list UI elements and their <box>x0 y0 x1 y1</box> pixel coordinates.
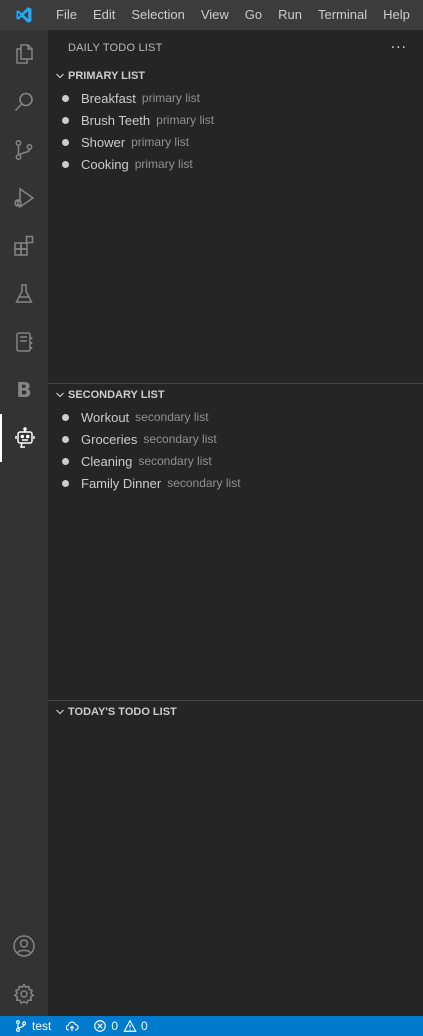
branch-status[interactable]: test <box>0 1016 56 1036</box>
menu-selection[interactable]: Selection <box>123 0 192 30</box>
item-description: secondary list <box>167 476 241 490</box>
sync-status[interactable] <box>56 1016 84 1036</box>
today-list-title: TODAY'S TODO LIST <box>68 706 177 718</box>
item-description: primary list <box>141 91 200 105</box>
todo-robot-icon[interactable] <box>0 414 48 462</box>
secondary-list-header[interactable]: SECONDARY LIST <box>48 384 423 406</box>
list-item[interactable]: Family Dinner secondary list <box>48 472 423 494</box>
list-item[interactable]: Groceries secondary list <box>48 428 423 450</box>
search-icon[interactable] <box>0 78 48 126</box>
item-label: Brush Teeth <box>81 112 151 128</box>
list-item[interactable]: Shower primary list <box>48 131 423 153</box>
bullet-icon <box>62 413 69 421</box>
sidebar: DAILY TODO LIST ··· PRIMARY LIST Breakfa… <box>48 30 423 1016</box>
item-description: secondary list <box>143 432 217 446</box>
item-label: Workout <box>81 409 130 425</box>
git-branch-icon <box>15 1020 27 1032</box>
item-label: Shower <box>81 134 126 150</box>
bullet-icon <box>62 94 69 102</box>
primary-list-section: PRIMARY LIST Breakfast primary list Brus… <box>48 65 423 175</box>
extensions-icon[interactable] <box>0 222 48 270</box>
notebook-icon[interactable] <box>0 318 48 366</box>
bullet-icon <box>62 479 69 487</box>
vscode-logo-icon <box>0 0 48 30</box>
explorer-icon[interactable] <box>0 30 48 78</box>
list-item[interactable]: Brush Teeth primary list <box>48 109 423 131</box>
problems-status[interactable]: 0 0 <box>84 1016 152 1036</box>
status-bar: test 0 0 <box>0 1016 423 1036</box>
item-label: Family Dinner <box>81 475 162 491</box>
item-description: primary list <box>156 113 215 127</box>
testing-icon[interactable] <box>0 270 48 318</box>
menu-help[interactable]: Help <box>375 0 418 30</box>
menu-view[interactable]: View <box>193 0 237 30</box>
chevron-down-icon <box>52 68 68 84</box>
menu-edit[interactable]: Edit <box>85 0 123 30</box>
item-label: Breakfast <box>81 90 136 106</box>
b-icon[interactable]: B <box>0 366 48 414</box>
branch-name: test <box>32 1019 52 1033</box>
warning-count: 0 <box>141 1019 148 1033</box>
item-description: primary list <box>134 157 193 171</box>
account-icon[interactable] <box>0 922 48 970</box>
bullet-icon <box>62 160 69 168</box>
cloud-upload-icon <box>66 1021 79 1032</box>
chevron-down-icon <box>52 704 68 720</box>
sidebar-title: DAILY TODO LIST <box>68 41 163 54</box>
menu-file[interactable]: File <box>48 0 85 30</box>
sidebar-header: DAILY TODO LIST ··· <box>48 30 423 65</box>
list-item[interactable]: Cleaning secondary list <box>48 450 423 472</box>
source-control-icon[interactable] <box>0 126 48 174</box>
today-list-header[interactable]: TODAY'S TODO LIST <box>48 701 423 723</box>
primary-list-title: PRIMARY LIST <box>68 70 146 82</box>
list-item[interactable]: Cooking primary list <box>48 153 423 175</box>
error-count: 0 <box>111 1019 119 1033</box>
item-label: Cleaning <box>81 453 133 469</box>
list-item[interactable]: Workout secondary list <box>48 406 423 428</box>
bullet-icon <box>62 457 69 465</box>
chevron-down-icon <box>52 387 68 403</box>
run-debug-icon[interactable] <box>0 174 48 222</box>
item-label: Cooking <box>81 156 129 172</box>
menu-run[interactable]: Run <box>270 0 310 30</box>
item-description: primary list <box>131 135 190 149</box>
menu-go[interactable]: Go <box>237 0 270 30</box>
today-list-section: TODAY'S TODO LIST <box>48 701 423 723</box>
activity-bar: B <box>0 30 48 1016</box>
settings-gear-icon[interactable] <box>0 970 48 1018</box>
bullet-icon <box>62 116 69 124</box>
item-label: Groceries <box>81 431 138 447</box>
more-actions-icon[interactable]: ··· <box>391 41 407 55</box>
bullet-icon <box>62 138 69 146</box>
warning-icon <box>123 1019 137 1032</box>
secondary-list-section: SECONDARY LIST Workout secondary list Gr… <box>48 384 423 494</box>
item-description: secondary list <box>138 454 212 468</box>
bullet-icon <box>62 435 69 443</box>
list-item[interactable]: Breakfast primary list <box>48 87 423 109</box>
item-description: secondary list <box>135 410 209 424</box>
title-bar: File Edit Selection View Go Run Terminal… <box>0 0 423 30</box>
error-icon <box>94 1020 107 1032</box>
primary-list-header[interactable]: PRIMARY LIST <box>48 65 423 87</box>
secondary-list-title: SECONDARY LIST <box>68 389 165 401</box>
menu-terminal[interactable]: Terminal <box>310 0 375 30</box>
